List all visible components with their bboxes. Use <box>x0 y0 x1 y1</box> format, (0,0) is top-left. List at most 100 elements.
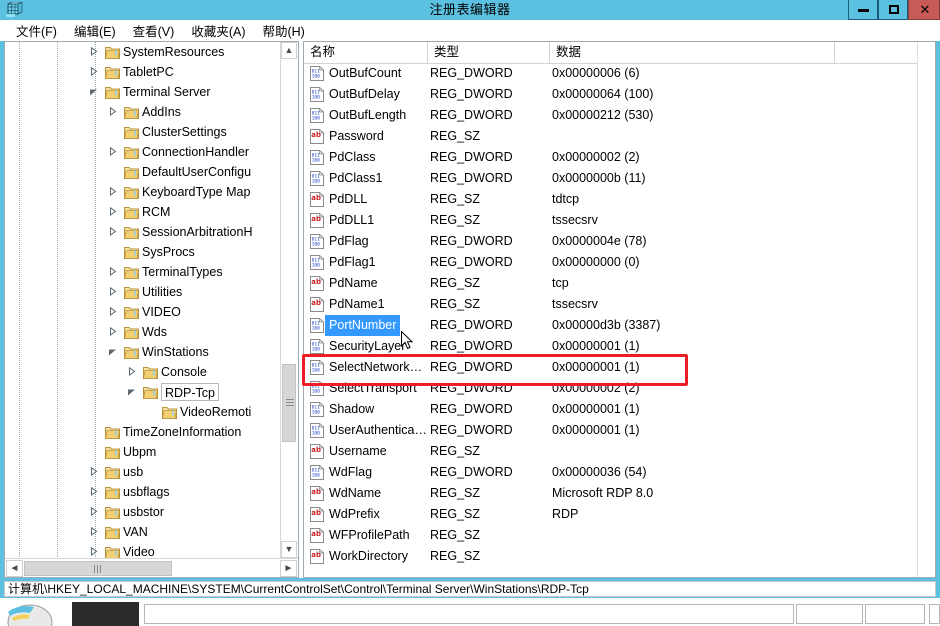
tree-item-videoremoti[interactable]: VideoRemoti <box>5 402 282 422</box>
chevron-right-icon[interactable] <box>108 306 117 316</box>
registry-value-row[interactable]: 011 100 SelectNetwork… REG_DWORD 0x00000001 … <box>304 357 918 378</box>
chevron-right-icon[interactable] <box>89 46 98 56</box>
registry-value-row[interactable]: 011 100 UserAuthentica… REG_DWORD 0x00000001… <box>304 420 918 441</box>
tree-item-video[interactable]: VIDEO <box>5 302 282 322</box>
chevron-down-icon[interactable] <box>108 347 117 356</box>
registry-value-row[interactable]: 011 100 PortNumber REG_DWORD 0x00000d3b (338… <box>304 315 918 336</box>
registry-value-row[interactable]: ab Password REG_SZ <box>304 126 918 147</box>
list-vertical-scrollbar[interactable] <box>917 42 935 577</box>
tree-item-timezoneinformation[interactable]: TimeZoneInformation <box>5 422 282 442</box>
value-data: tcp <box>552 276 569 290</box>
registry-value-row[interactable]: 011 100 OutBufLength REG_DWORD 0x00000212 (5… <box>304 105 918 126</box>
minimize-button[interactable] <box>848 0 878 20</box>
chevron-right-icon[interactable] <box>89 506 98 516</box>
chevron-right-icon[interactable] <box>89 546 98 556</box>
column-header-name[interactable]: 名称 <box>304 42 428 63</box>
column-header-data[interactable]: 数据 <box>550 42 835 63</box>
registry-value-row[interactable]: ab PdName1 REG_SZ tssecsrv <box>304 294 918 315</box>
registry-value-row[interactable]: ab WorkDirectory REG_SZ <box>304 546 918 567</box>
registry-value-row[interactable]: 011 100 SecurityLayer REG_DWORD 0x00000001 (… <box>304 336 918 357</box>
menu-file[interactable]: 文件(F) <box>8 20 66 41</box>
scroll-up-icon[interactable]: ▲ <box>281 42 297 59</box>
tree-item-sysprocs[interactable]: SysProcs <box>5 242 282 262</box>
registry-tree[interactable]: SystemResources TabletPC Terminal Server Ad… <box>5 42 282 558</box>
chevron-right-icon[interactable] <box>127 366 136 376</box>
tree-item-video[interactable]: Video <box>5 542 282 558</box>
scroll-right-icon[interactable]: ► <box>280 560 297 577</box>
tree-item-sessionarbitrationh[interactable]: SessionArbitrationH <box>5 222 282 242</box>
chevron-down-icon[interactable] <box>89 87 98 96</box>
tree-item-addins[interactable]: AddIns <box>5 102 282 122</box>
dword-icon: 011 100 <box>310 107 325 123</box>
tree-item-ubpm[interactable]: Ubpm <box>5 442 282 462</box>
registry-value-row[interactable]: 011 100 Shadow REG_DWORD 0x00000001 (1) <box>304 399 918 420</box>
tree-vertical-scrollbar[interactable]: ▲ ▼ <box>280 42 298 558</box>
menu-view[interactable]: 查看(V) <box>125 20 184 41</box>
chevron-right-icon[interactable] <box>108 266 117 276</box>
folder-icon <box>105 85 120 99</box>
chevron-right-icon[interactable] <box>108 106 117 116</box>
taskbar-cell-2[interactable] <box>865 604 925 624</box>
chevron-right-icon[interactable] <box>108 226 117 236</box>
tree-item-usbflags[interactable]: usbflags <box>5 482 282 502</box>
chevron-right-icon[interactable] <box>108 146 117 156</box>
registry-value-row[interactable]: ab WFProfilePath REG_SZ <box>304 525 918 546</box>
registry-value-row[interactable]: 011 100 OutBufDelay REG_DWORD 0x00000064 (10… <box>304 84 918 105</box>
registry-value-row[interactable]: ab Username REG_SZ <box>304 441 918 462</box>
chevron-right-icon[interactable] <box>89 466 98 476</box>
tree-item-rcm[interactable]: RCM <box>5 202 282 222</box>
tree-item-winstations[interactable]: WinStations <box>5 342 282 362</box>
chevron-right-icon[interactable] <box>108 286 117 296</box>
tree-horizontal-scrollbar[interactable]: ◄ ► <box>5 558 298 577</box>
scroll-left-icon[interactable]: ◄ <box>6 560 23 577</box>
registry-value-row[interactable]: 011 100 PdClass REG_DWORD 0x00000002 (2) <box>304 147 918 168</box>
registry-value-row[interactable]: 011 100 PdFlag REG_DWORD 0x0000004e (78) <box>304 231 918 252</box>
maximize-button[interactable] <box>878 0 908 20</box>
registry-value-row[interactable]: ab WdPrefix REG_SZ RDP <box>304 504 918 525</box>
registry-value-row[interactable]: 011 100 WdFlag REG_DWORD 0x00000036 (54) <box>304 462 918 483</box>
column-header-type[interactable]: 类型 <box>428 42 550 63</box>
tree-item-usb[interactable]: usb <box>5 462 282 482</box>
tree-item-utilities[interactable]: Utilities <box>5 282 282 302</box>
tree-item-rdp-tcp[interactable]: RDP-Tcp <box>5 382 282 402</box>
registry-value-row[interactable]: 011 100 SelectTransport REG_DWORD 0x00000002… <box>304 378 918 399</box>
menu-edit[interactable]: 编辑(E) <box>66 20 125 41</box>
tree-item-systemresources[interactable]: SystemResources <box>5 42 282 62</box>
chevron-right-icon[interactable] <box>89 66 98 76</box>
registry-value-row[interactable]: ab PdDLL REG_SZ tdtcp <box>304 189 918 210</box>
tree-item-tabletpc[interactable]: TabletPC <box>5 62 282 82</box>
chevron-right-icon[interactable] <box>89 486 98 496</box>
tree-item-terminal-server[interactable]: Terminal Server <box>5 82 282 102</box>
chevron-down-icon[interactable] <box>127 387 136 396</box>
registry-value-row[interactable]: ab WdName REG_SZ Microsoft RDP 8.0 <box>304 483 918 504</box>
registry-value-row[interactable]: 011 100 OutBufCount REG_DWORD 0x00000006 (6) <box>304 63 918 84</box>
tree-item-keyboardtype-map[interactable]: KeyboardType Map <box>5 182 282 202</box>
taskbar-window-button[interactable] <box>144 604 794 624</box>
tree-scroll-thumb[interactable] <box>282 364 296 442</box>
menu-favorites[interactable]: 收藏夹(A) <box>183 20 254 41</box>
registry-value-row[interactable]: ab PdName REG_SZ tcp <box>304 273 918 294</box>
registry-values-list[interactable]: 011 100 OutBufCount REG_DWORD 0x00000006 (6)… <box>304 63 918 577</box>
tree-item-defaultuserconfigu[interactable]: DefaultUserConfigu <box>5 162 282 182</box>
value-data: 0x00000001 (1) <box>552 339 640 353</box>
tree-item-terminaltypes[interactable]: TerminalTypes <box>5 262 282 282</box>
tree-item-wds[interactable]: Wds <box>5 322 282 342</box>
scroll-down-icon[interactable]: ▼ <box>281 541 297 558</box>
tree-item-usbstor[interactable]: usbstor <box>5 502 282 522</box>
tree-item-connectionhandler[interactable]: ConnectionHandler <box>5 142 282 162</box>
tree-item-console[interactable]: Console <box>5 362 282 382</box>
registry-value-row[interactable]: 011 100 PdClass1 REG_DWORD 0x0000000b (11) <box>304 168 918 189</box>
chevron-right-icon[interactable] <box>89 526 98 536</box>
registry-value-row[interactable]: ab PdDLL1 REG_SZ tssecsrv <box>304 210 918 231</box>
menu-help[interactable]: 帮助(H) <box>254 20 313 41</box>
tree-item-van[interactable]: VAN <box>5 522 282 542</box>
chevron-right-icon[interactable] <box>108 206 117 216</box>
taskbar-cell-1[interactable] <box>796 604 863 624</box>
tree-hscroll-thumb[interactable] <box>24 561 172 576</box>
taskbar-cell-3[interactable] <box>929 604 940 624</box>
chevron-right-icon[interactable] <box>108 326 117 336</box>
chevron-right-icon[interactable] <box>108 186 117 196</box>
tree-item-clustersettings[interactable]: ClusterSettings <box>5 122 282 142</box>
registry-value-row[interactable]: 011 100 PdFlag1 REG_DWORD 0x00000000 (0) <box>304 252 918 273</box>
close-button[interactable]: ✕ <box>908 0 940 20</box>
